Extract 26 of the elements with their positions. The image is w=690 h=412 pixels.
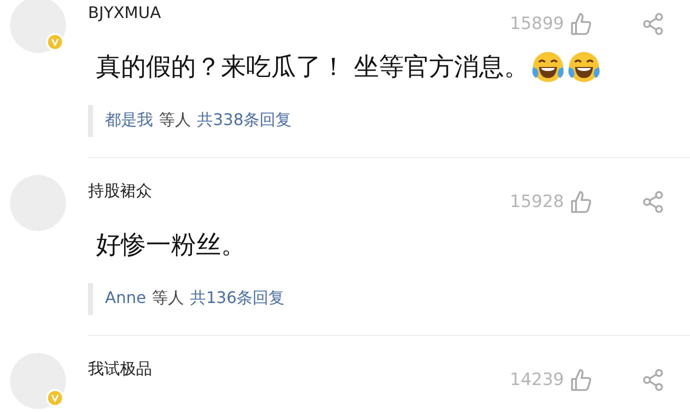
- replies-summary-panel[interactable]: Anne 等人 共136条回复: [88, 283, 690, 315]
- username[interactable]: BJYXMUA: [88, 2, 161, 24]
- like-count: 15928: [510, 192, 564, 212]
- username[interactable]: 我试极品: [88, 358, 152, 380]
- laughing-emoji-icon: [566, 50, 601, 82]
- comment-text: 好惨一粉丝。: [96, 229, 246, 261]
- reply-etc-label: 等人: [152, 288, 184, 309]
- verified-badge: [46, 33, 64, 51]
- verified-badge: [46, 389, 64, 407]
- thumbs-up-icon[interactable]: [570, 12, 592, 36]
- reply-count-link[interactable]: 共136条回复: [190, 288, 285, 309]
- share-icon[interactable]: [642, 369, 664, 391]
- reply-users[interactable]: 都是我: [105, 110, 153, 131]
- reply-etc-label: 等人: [159, 110, 191, 131]
- reply-users[interactable]: Anne: [105, 288, 146, 309]
- laughing-emoji-icon: [530, 50, 565, 82]
- share-icon[interactable]: [642, 191, 664, 213]
- like-count: 15899: [510, 14, 564, 34]
- thumbs-up-icon[interactable]: [570, 190, 592, 214]
- replies-summary-panel[interactable]: 都是我 等人 共338条回复: [88, 105, 690, 137]
- username[interactable]: 持股裙众: [88, 180, 152, 202]
- reply-count-link[interactable]: 共338条回复: [197, 110, 292, 131]
- share-icon[interactable]: [642, 13, 664, 35]
- comment-text: 真的假的？来吃瓜了！ 坐等官方消息。: [96, 51, 529, 83]
- thumbs-up-icon[interactable]: [570, 368, 592, 392]
- like-count: 14239: [510, 370, 564, 390]
